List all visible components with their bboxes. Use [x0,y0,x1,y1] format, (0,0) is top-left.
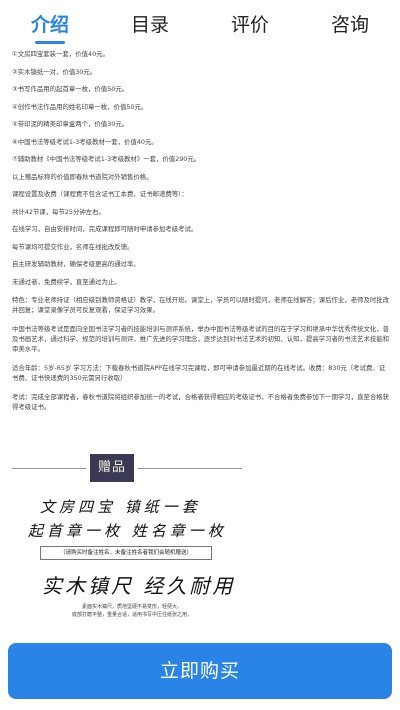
gift-item: ①文房四宝套装一套，价值40元。 [12,50,109,58]
gift-item: ③书写作品用的起首章一枚，价值50元。 [12,85,129,93]
tab-consult[interactable]: 咨询 [300,0,400,46]
gift-header: 赠品 [12,454,242,482]
gift-item: ⑥中国书法等级考试1-3考级教材一套，价值40元。 [12,137,158,146]
gift-item: ②实木镇纸一对，价值30元。 [12,67,97,76]
tab-catalog[interactable]: 目录 [100,0,200,46]
course-detail: 未通过者，免费续学，直至通过为止。 [12,277,121,286]
features-paragraph: 特色：专业老师持证（相应级别教师资格证）教学，在线开班。课堂上，学员可以随时提问… [12,296,390,314]
gift-item: ⑦辅助教材《中国书法等级考试1-3考级教材》一套，价值290元。 [12,155,201,163]
course-detail: 共计42节课，每节25分钟左右。 [12,207,105,216]
gift-note: 以上赠品标称的价值即春秋书道院对外销售价格。 [12,172,153,181]
tab-reviews[interactable]: 评价 [200,0,300,46]
name-note: （请购买时备注姓名，未备注姓名者我们会随机赠送） [40,546,212,560]
gift-seal: 赠品 [90,454,134,482]
exam-paragraph: 考试：完成全部课程者，春秋书道院将组织参加统一的考试，合格者获得相应的考级证书，… [12,393,390,411]
gift-promo-image: 赠品 文房四宝 镇纸一套 起首章一枚 姓名章一枚 （请购买时备注姓名，未备注姓名… [12,440,388,640]
gift-line-2: 起首章一枚 姓名章一枚 [28,522,227,540]
divider [12,468,86,469]
promo-headline: 实木镇尺 经久耐用 [42,574,236,598]
divider [138,468,242,469]
tab-intro[interactable]: 介绍 [0,0,100,46]
course-detail: 在线学习，自由安排时间，完成课程即可随时申请参加考级考试。 [12,225,198,233]
course-intro: ①文房四宝套装一套，价值40元。 ②实木镇纸一对，价值30元。 ③书写作品用的起… [12,50,390,421]
gift-line-1: 文房四宝 镇纸一套 [40,498,201,516]
promo-note-1: 素面实木镇尺，质地坚硬不易变形，轻便大。 [81,604,182,610]
gift-item: ④创作书法作品用的姓名印章一枚，价值50元。 [12,102,148,111]
age-fee-paragraph: 适合年龄：5岁-65岁 学习方法：下载春秋书道院APP在线学习完课程，即可申请参… [12,364,386,382]
exam-intro-paragraph: 中国书法等级考试是面向全国书法学习者的技能培训与测评系统，举办中国书法等级考试的… [12,325,390,353]
buy-now-button[interactable]: 立即购买 [8,643,392,699]
course-detail: 自主研发辅助教材，确保考级更高的通过率。 [12,260,140,268]
tab-bar: 介绍 目录 评价 咨询 [0,0,400,46]
course-detail: 每节课均可提交作业，名师在线批改反馈。 [12,242,134,251]
gift-item: ⑤带印泥的精美印章盒两个，价值30元。 [12,120,129,128]
course-fee-heading: 课程设置及收费（课程费不包含证书工本费、证书邮递费等）： [12,190,188,198]
promo-note-2: 底部打磨平整，重量合适，适用书写中压住纸张之用。 [71,612,192,618]
